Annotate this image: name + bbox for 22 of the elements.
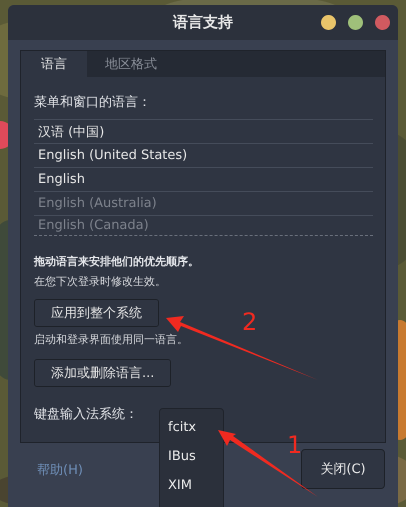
apply-system-wide-button[interactable]: 应用到整个系统 (34, 299, 159, 327)
annotation-number: 1 (287, 431, 302, 459)
maximize-button[interactable] (348, 15, 363, 30)
drag-hint: 拖动语言来安排他们的优先顺序。 (34, 254, 200, 269)
language-item[interactable]: English (34, 168, 373, 192)
dropdown-option[interactable]: fcitx (160, 413, 223, 442)
window-title: 语言支持 (173, 13, 233, 32)
dropdown-option[interactable]: IBus (160, 442, 223, 471)
annotation-number: 2 (242, 308, 258, 336)
apply-hint: 启动和登录界面使用同一语言。 (34, 332, 189, 347)
tab[interactable]: 地区格式 (87, 51, 175, 77)
language-item[interactable]: 汉语 (中国) (34, 120, 373, 144)
dropdown-option[interactable]: XIM (160, 471, 223, 500)
tab[interactable]: 语言 (21, 51, 87, 77)
input-method-label: 键盘输入法系统： (34, 406, 138, 423)
close-button[interactable] (375, 15, 390, 30)
close-dialog-button[interactable]: 关闭(C) (301, 449, 385, 489)
language-item[interactable]: English (United States) (34, 144, 373, 168)
login-hint: 在您下次登录时修改生效。 (34, 274, 167, 289)
languages-label: 菜单和窗口的语言： (34, 94, 152, 111)
add-remove-languages-button[interactable]: 添加或删除语言... (34, 359, 172, 387)
minimize-button[interactable] (321, 15, 336, 30)
